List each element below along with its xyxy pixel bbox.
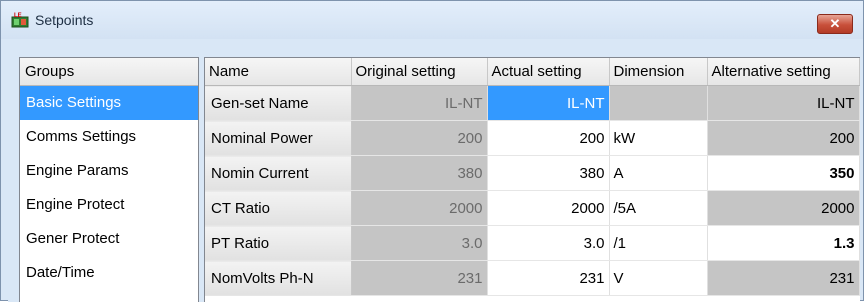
table-row[interactable]: PT Ratio 3.0 3.0 /1 1.3: [205, 225, 860, 261]
row-name-cell: CT Ratio: [205, 190, 352, 226]
group-item-gener-protect[interactable]: Gener Protect: [20, 222, 198, 256]
setpoints-table: Name Original setting Actual setting Dim…: [204, 57, 860, 302]
title-bar[interactable]: LE Setpoints ✕: [1, 1, 863, 39]
alternative-setting-cell[interactable]: 2000: [707, 190, 860, 226]
table-row[interactable]: NomVolts Ph-N 231 231 V 231: [205, 260, 860, 296]
group-item-engine-protect[interactable]: Engine Protect: [20, 188, 198, 222]
actual-setting-cell[interactable]: 380: [487, 155, 610, 191]
original-setting-cell: 231: [351, 260, 488, 296]
close-button[interactable]: ✕: [817, 14, 853, 34]
group-item-basic-settings[interactable]: Basic Settings: [20, 86, 198, 120]
column-header-original-setting[interactable]: Original setting: [351, 58, 488, 86]
table-row[interactable]: Gen-set Name IL-NT IL-NT IL-NT: [205, 85, 860, 121]
row-name-cell: Nomin Current: [205, 155, 352, 191]
row-name-cell: NomVolts Ph-N: [205, 260, 352, 296]
group-item-engine-params[interactable]: Engine Params: [20, 154, 198, 188]
row-name-cell: Nominal Power: [205, 120, 352, 156]
dimension-cell: A: [609, 155, 708, 191]
original-setting-cell: IL-NT: [351, 85, 488, 121]
column-header-name[interactable]: Name: [205, 58, 352, 86]
dimension-cell: kW: [609, 120, 708, 156]
original-setting-cell: 380: [351, 155, 488, 191]
actual-setting-cell[interactable]: 200: [487, 120, 610, 156]
group-item-comms-settings[interactable]: Comms Settings: [20, 120, 198, 154]
alternative-setting-cell[interactable]: IL-NT: [707, 85, 860, 121]
column-header-dimension[interactable]: Dimension: [609, 58, 708, 86]
alternative-setting-cell[interactable]: 231: [707, 260, 860, 296]
actual-setting-cell[interactable]: 231: [487, 260, 610, 296]
alternative-setting-cell[interactable]: 350: [707, 155, 860, 191]
svg-text:LE: LE: [14, 13, 22, 19]
table-row[interactable]: Nominal Power 200 200 kW 200: [205, 120, 860, 156]
window-title: Setpoints: [35, 12, 94, 28]
original-setting-cell: 3.0: [351, 225, 488, 261]
app-icon: LE: [11, 12, 29, 28]
dimension-cell: [609, 85, 708, 121]
group-item-date-time[interactable]: Date/Time: [20, 256, 198, 290]
groups-header: Groups: [20, 58, 198, 86]
table-row[interactable]: Nomin Current 380 380 A 350: [205, 155, 860, 191]
dimension-cell: V: [609, 260, 708, 296]
alternative-setting-cell[interactable]: 1.3: [707, 225, 860, 261]
actual-setting-cell[interactable]: 2000: [487, 190, 610, 226]
setpoints-window: LE Setpoints ✕ Groups Basic Settings Com…: [0, 0, 864, 302]
actual-setting-cell[interactable]: 3.0: [487, 225, 610, 261]
groups-list: Groups Basic Settings Comms Settings Eng…: [19, 57, 199, 302]
actual-setting-cell[interactable]: IL-NT: [487, 85, 610, 121]
column-header-actual-setting[interactable]: Actual setting: [487, 58, 610, 86]
original-setting-cell: 200: [351, 120, 488, 156]
dimension-cell: /5A: [609, 190, 708, 226]
table-header-row: Name Original setting Actual setting Dim…: [205, 58, 860, 86]
client-area: Groups Basic Settings Comms Settings Eng…: [8, 49, 860, 302]
original-setting-cell: 2000: [351, 190, 488, 226]
alternative-setting-cell[interactable]: 200: [707, 120, 860, 156]
column-header-alternative-setting[interactable]: Alternative setting: [707, 58, 860, 86]
dimension-cell: /1: [609, 225, 708, 261]
table-row[interactable]: CT Ratio 2000 2000 /5A 2000: [205, 190, 860, 226]
row-name-cell: PT Ratio: [205, 225, 352, 261]
row-name-cell: Gen-set Name: [205, 85, 352, 121]
